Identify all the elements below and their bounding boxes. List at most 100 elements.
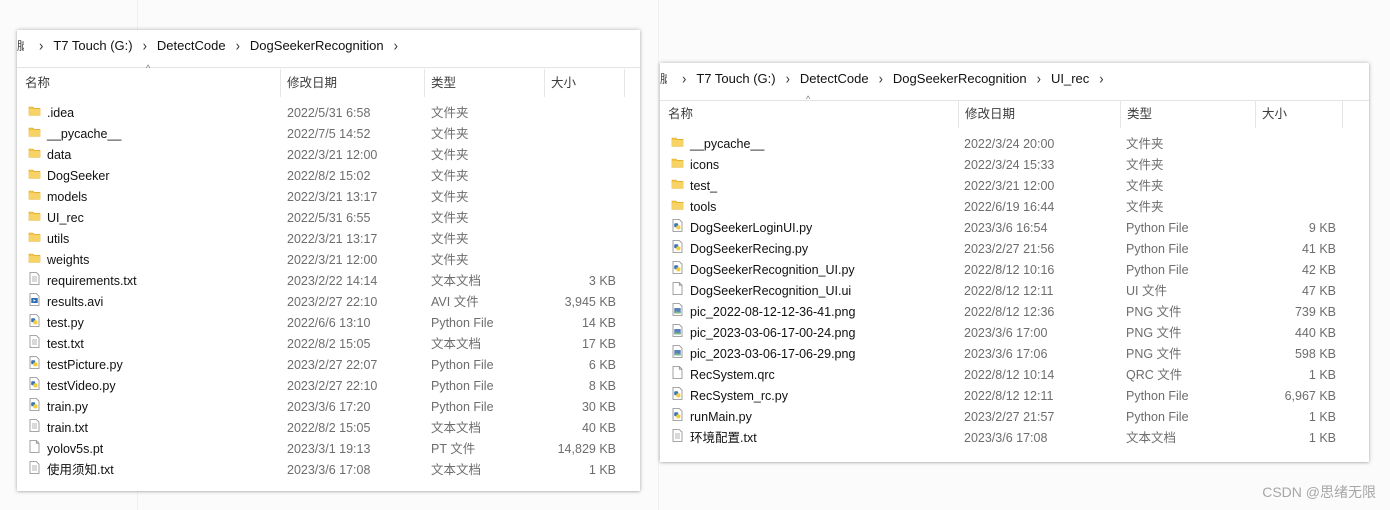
file-row[interactable]: weights 2022/3/21 12:00 文件夹 (17, 250, 640, 271)
file-row[interactable]: results.avi 2023/2/27 22:10 AVI 文件 3,945 KB (17, 292, 640, 313)
file-modified-date: 2022/6/19 16:44 (964, 200, 1055, 214)
file-modified-date: 2022/3/21 12:00 (287, 253, 378, 267)
address-bar[interactable]: 脑 › T7 Touch (G:) › DetectCode › DogSeek… (660, 63, 1369, 93)
file-name: results.avi (47, 295, 104, 309)
text-file-icon (28, 460, 41, 474)
file-name: train.py (47, 400, 88, 414)
file-row[interactable]: DogSeekerRecognition_UI.ui 2022/8/12 12:1… (660, 281, 1369, 302)
file-row[interactable]: RecSystem.qrc 2022/8/12 10:14 QRC 文件 1 KB (660, 365, 1369, 386)
file-row[interactable]: .idea 2022/5/31 6:58 文件夹 (17, 103, 640, 124)
column-header: ^ 名称 修改日期 类型 大小 (17, 63, 640, 97)
file-type: PNG 文件 (1126, 347, 1182, 361)
file-name: test.txt (47, 337, 84, 351)
column-header-date[interactable]: 修改日期 (279, 69, 425, 97)
chevron-right-icon[interactable]: › (1099, 70, 1103, 87)
chevron-right-icon[interactable]: › (236, 37, 240, 54)
address-bar[interactable]: 脑 › T7 Touch (G:) › DetectCode › DogSeek… (17, 30, 640, 60)
file-name: testVideo.py (47, 379, 116, 393)
file-name: .idea (47, 106, 75, 120)
file-name: DogSeeker (47, 169, 110, 183)
folder-icon (28, 250, 41, 263)
file-row[interactable]: __pycache__ 2022/3/24 20:00 文件夹 (660, 134, 1369, 155)
breadcrumb-drive[interactable]: T7 Touch (G:) (696, 71, 775, 86)
file-name: UI_rec (47, 211, 84, 225)
file-modified-date: 2022/3/21 13:17 (287, 190, 378, 204)
breadcrumb-folder[interactable]: DetectCode (800, 71, 869, 86)
chevron-right-icon[interactable]: › (394, 37, 398, 54)
python-file-icon (671, 386, 684, 400)
file-size: 3,945 KB (564, 295, 616, 309)
file-name: 使用须知.txt (47, 463, 114, 477)
file-row[interactable]: test.py 2022/6/6 13:10 Python File 14 KB (17, 313, 640, 334)
file-modified-date: 2023/2/27 21:56 (964, 242, 1055, 256)
column-header-size[interactable]: 大小 (1254, 100, 1343, 128)
file-size: 6 KB (588, 358, 616, 372)
file-row[interactable]: utils 2022/3/21 13:17 文件夹 (17, 229, 640, 250)
file-row[interactable]: testPicture.py 2023/2/27 22:07 Python File… (17, 355, 640, 376)
file-row[interactable]: DogSeekerRecognition_UI.py 2022/8/12 10:1… (660, 260, 1369, 281)
breadcrumb-folder[interactable]: DetectCode (157, 38, 226, 53)
chevron-right-icon[interactable]: › (39, 37, 43, 54)
breadcrumb-folder[interactable]: DogSeekerRecognition (893, 71, 1027, 86)
chevron-right-icon[interactable]: › (1037, 70, 1041, 87)
file-row[interactable]: test.txt 2022/8/2 15:05 文本文档 17 KB (17, 334, 640, 355)
file-modified-date: 2023/3/6 17:08 (964, 431, 1048, 445)
file-modified-date: 2022/3/24 20:00 (964, 137, 1055, 151)
chevron-right-icon[interactable]: › (143, 37, 147, 54)
explorer-window-left: 脑 › T7 Touch (G:) › DetectCode › DogSeek… (17, 30, 640, 491)
file-modified-date: 2022/3/21 13:17 (287, 232, 378, 246)
file-row[interactable]: 使用须知.txt 2023/3/6 17:08 文本文档 1 KB (17, 460, 640, 481)
file-size: 14 KB (581, 316, 616, 330)
file-size: 42 KB (1301, 263, 1336, 277)
file-row[interactable]: tools 2022/6/19 16:44 文件夹 (660, 197, 1369, 218)
chevron-right-icon[interactable]: › (879, 70, 883, 87)
file-row[interactable]: __pycache__ 2022/7/5 14:52 文件夹 (17, 124, 640, 145)
file-row[interactable]: requirements.txt 2023/2/22 14:14 文本文档 3 KB (17, 271, 640, 292)
file-row[interactable]: pic_2023-03-06-17-06-29.png 2023/3/6 17:0… (660, 344, 1369, 365)
chevron-right-icon[interactable]: › (682, 70, 686, 87)
file-type: 文本文档 (431, 421, 482, 435)
file-row[interactable]: runMain.py 2023/2/27 21:57 Python File 1 KB (660, 407, 1369, 428)
file-type: 文件夹 (1126, 179, 1164, 193)
python-file-icon (671, 218, 684, 232)
file-row[interactable]: models 2022/3/21 13:17 文件夹 (17, 187, 640, 208)
column-header-type[interactable]: 类型 (423, 69, 545, 97)
column-header-type[interactable]: 类型 (1119, 100, 1256, 128)
file-row[interactable]: DogSeekerLoginUI.py 2023/3/6 16:54 Python … (660, 218, 1369, 239)
file-size: 598 KB (1294, 347, 1336, 361)
breadcrumb-drive[interactable]: T7 Touch (G:) (53, 38, 132, 53)
text-file-icon (28, 418, 41, 432)
file-type: 文件夹 (431, 211, 469, 225)
breadcrumb-folder[interactable]: UI_rec (1051, 71, 1089, 86)
file-modified-date: 2022/3/24 15:33 (964, 158, 1055, 172)
column-header-date[interactable]: 修改日期 (957, 100, 1121, 128)
file-row[interactable]: DogSeeker 2022/8/2 15:02 文件夹 (17, 166, 640, 187)
file-row[interactable]: 环境配置.txt 2023/3/6 17:08 文本文档 1 KB (660, 428, 1369, 449)
file-name: weights (47, 253, 90, 267)
file-row[interactable]: RecSystem_rc.py 2022/8/12 12:11 Python Fil… (660, 386, 1369, 407)
file-row[interactable]: yolov5s.pt 2023/3/1 19:13 PT 文件 14,829 KB (17, 439, 640, 460)
file-row[interactable]: test_ 2022/3/21 12:00 文件夹 (660, 176, 1369, 197)
file-row[interactable]: UI_rec 2022/5/31 6:55 文件夹 (17, 208, 640, 229)
file-row[interactable]: DogSeekerRecing.py 2023/2/27 21:56 Python … (660, 239, 1369, 260)
file-row[interactable]: train.txt 2022/8/2 15:05 文本文档 40 KB (17, 418, 640, 439)
file-row[interactable]: train.py 2023/3/6 17:20 Python File 30 KB (17, 397, 640, 418)
file-name: DogSeekerRecognition_UI.py (690, 263, 855, 277)
column-header-name[interactable]: 名称 (17, 69, 281, 97)
column-header-name[interactable]: 名称 (660, 100, 959, 128)
file-row[interactable]: pic_2022-08-12-12-36-41.png 2022/8/12 12:… (660, 302, 1369, 323)
file-type: 文件夹 (1126, 158, 1164, 172)
file-row[interactable]: pic_2023-03-06-17-00-24.png 2023/3/6 17:0… (660, 323, 1369, 344)
file-modified-date: 2022/8/12 12:11 (964, 389, 1054, 403)
explorer-window-right: 脑 › T7 Touch (G:) › DetectCode › DogSeek… (660, 63, 1369, 462)
file-type: QRC 文件 (1126, 368, 1183, 382)
file-size: 6,967 KB (1284, 389, 1336, 403)
file-row[interactable]: testVideo.py 2023/2/27 22:10 Python File 8 … (17, 376, 640, 397)
file-row[interactable]: icons 2022/3/24 15:33 文件夹 (660, 155, 1369, 176)
python-file-icon (671, 407, 684, 421)
file-row[interactable]: data 2022/3/21 12:00 文件夹 (17, 145, 640, 166)
breadcrumb-folder[interactable]: DogSeekerRecognition (250, 38, 384, 53)
column-header-size[interactable]: 大小 (543, 69, 625, 97)
chevron-right-icon[interactable]: › (786, 70, 790, 87)
file-modified-date: 2023/3/6 17:06 (964, 347, 1048, 361)
